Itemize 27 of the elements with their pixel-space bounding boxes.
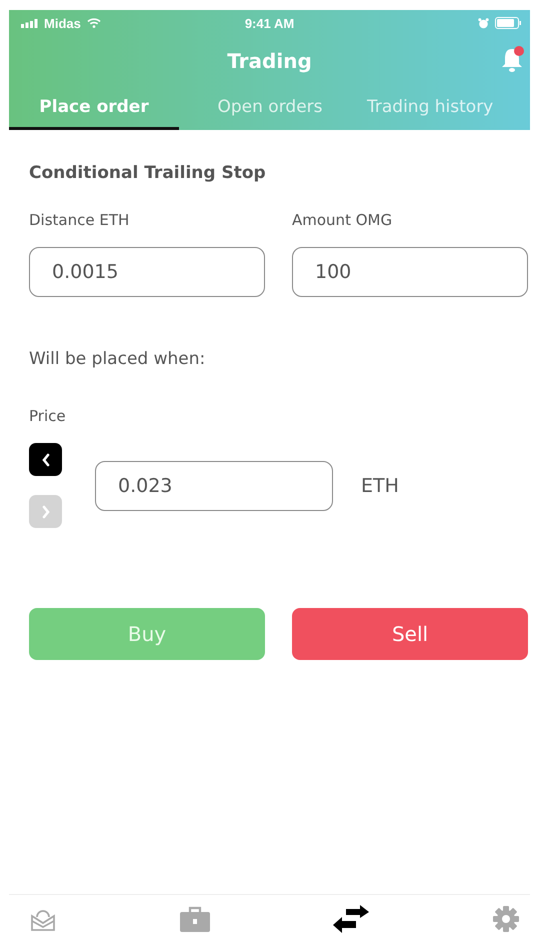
settings-icon[interactable]	[492, 905, 520, 933]
status-time: 9:41 AM	[244, 16, 294, 30]
condition-text: Will be placed when:	[29, 349, 206, 369]
previous-button[interactable]	[29, 443, 62, 476]
chevron-left-icon	[40, 452, 50, 466]
tab[interactable]: Open orders	[179, 86, 361, 130]
briefcase-icon[interactable]	[178, 905, 211, 933]
carrier-name: Midas	[44, 16, 81, 30]
price-label: Price	[29, 407, 67, 425]
chevron-right-icon	[40, 504, 50, 518]
price-field[interactable]: 0.023	[95, 460, 333, 510]
input-field[interactable]: 100	[292, 247, 528, 297]
signal-icon	[21, 18, 38, 28]
input-field[interactable]: 0.0015	[29, 247, 265, 297]
buy-button[interactable]: Buy	[29, 608, 265, 660]
alarm-icon	[478, 18, 489, 28]
tab[interactable]: Place order	[9, 86, 179, 130]
sell-button[interactable]: Sell	[292, 608, 528, 660]
field-label: Distance ETH	[29, 211, 130, 229]
screen-title: Trading	[227, 49, 312, 73]
battery-icon	[495, 17, 522, 29]
exchange-icon[interactable]	[332, 904, 370, 934]
wifi-icon	[86, 18, 101, 28]
bell-icon[interactable]	[500, 45, 526, 73]
order-title: Conditional Trailing Stop	[29, 163, 267, 183]
price-unit: ETH	[361, 474, 399, 496]
field-label: Amount OMG	[292, 211, 394, 229]
